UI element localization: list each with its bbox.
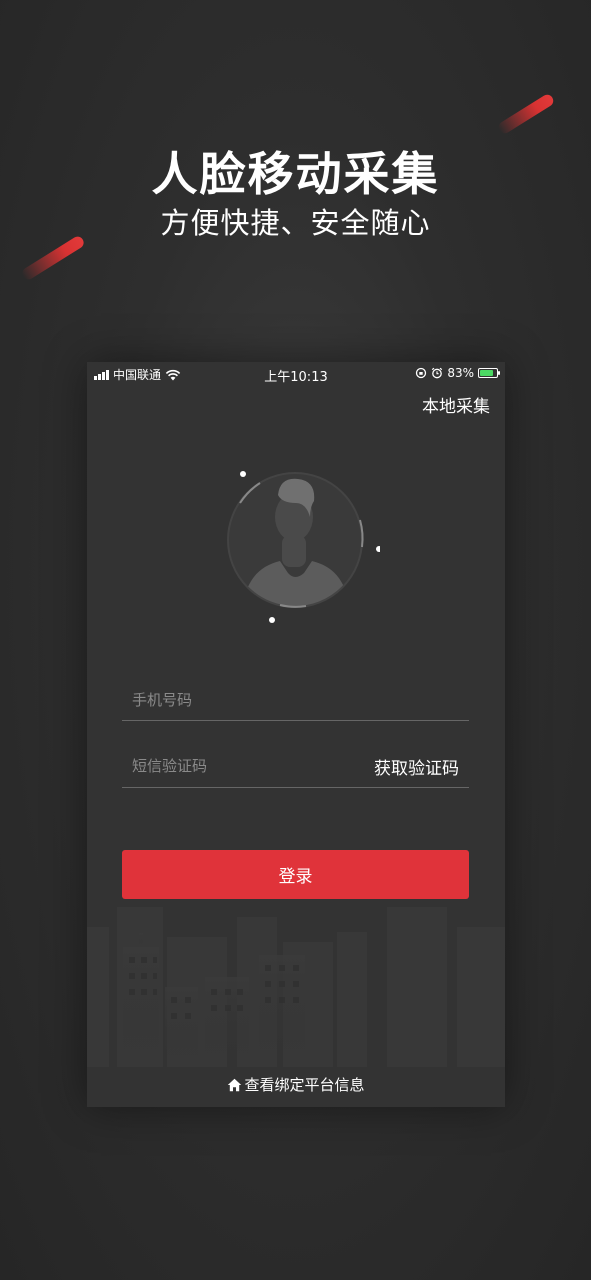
local-collect-button[interactable]: 本地采集 xyxy=(422,392,490,417)
promo-title: 人脸移动采集 xyxy=(151,147,440,201)
city-skyline xyxy=(87,907,505,1067)
view-bind-platform-link[interactable]: 查看绑定平台信息 xyxy=(87,1074,505,1095)
face-silhouette-icon xyxy=(227,471,382,623)
face-avatar xyxy=(210,455,382,625)
alarm-icon xyxy=(432,367,443,379)
orientation-lock-icon xyxy=(416,367,427,379)
phone-field xyxy=(122,680,469,721)
status-right: 83% xyxy=(415,366,500,380)
sms-code-input[interactable] xyxy=(122,746,362,786)
sms-code-field: 获取验证码 xyxy=(122,746,469,788)
get-code-button[interactable]: 获取验证码 xyxy=(374,754,459,779)
phone-number-input[interactable] xyxy=(122,680,362,720)
phone-screen: 中国联通 上午10:13 83% 本地采集 手机号码 短信验证码 获取验证码 登… xyxy=(87,362,505,1107)
bind-info-label: 查看绑定平台信息 xyxy=(244,1076,365,1094)
status-bar: 中国联通 上午10:13 83% xyxy=(87,362,505,385)
decorative-streak-right xyxy=(496,92,556,136)
login-button[interactable]: 登录 xyxy=(122,850,469,899)
battery-icon xyxy=(478,368,500,378)
home-icon xyxy=(228,1078,242,1091)
promo-subtitle: 方便快捷、安全随心 xyxy=(160,206,431,240)
battery-percent: 83% xyxy=(447,366,474,380)
